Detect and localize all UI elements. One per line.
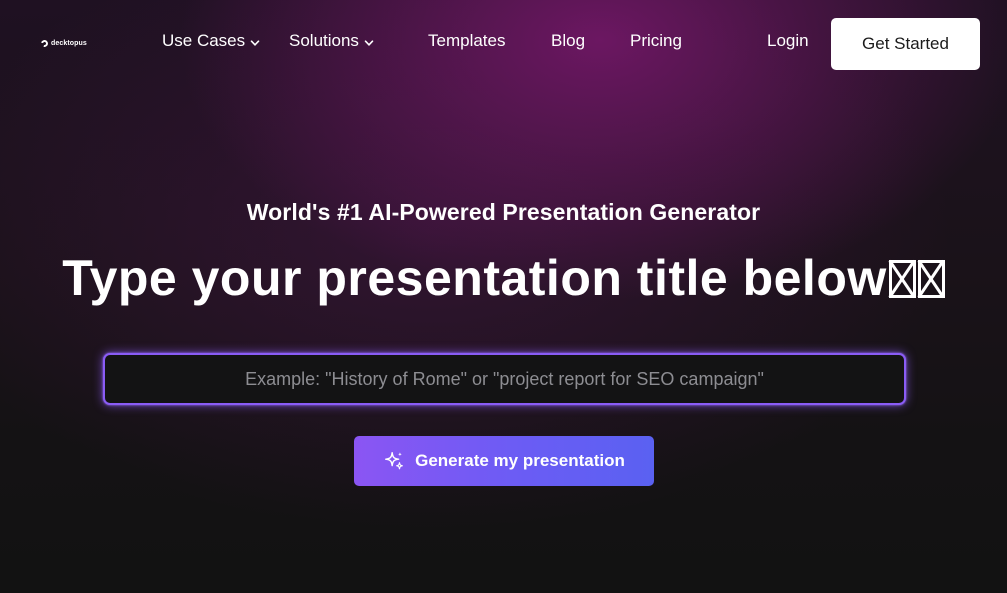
nav-use-cases-label: Use Cases (162, 31, 246, 50)
hero-headline: Type your presentation title below (0, 249, 1007, 307)
hero-headline-text: Type your presentation title below (62, 250, 887, 306)
nav-solutions-label: Solutions (289, 31, 359, 50)
nav-pricing[interactable]: Pricing (630, 31, 682, 51)
hero-subtitle: World's #1 AI-Powered Presentation Gener… (246, 199, 761, 225)
missing-glyph-icon (917, 260, 945, 298)
login-link[interactable]: Login (767, 31, 809, 51)
nav-templates[interactable]: Templates (428, 31, 505, 51)
logo-mark-icon (39, 38, 50, 48)
generate-presentation-button[interactable]: Generate my presentation (354, 436, 654, 486)
nav-blog[interactable]: Blog (551, 31, 585, 51)
nav-pricing-label: Pricing (630, 31, 682, 50)
sparkles-icon (385, 452, 404, 470)
missing-glyph-icon (888, 260, 916, 298)
nav-blog-label: Blog (551, 31, 586, 50)
nav-use-cases[interactable]: Use Cases (162, 31, 260, 51)
nav-solutions[interactable]: Solutions (289, 31, 374, 51)
chevron-down-icon (364, 38, 374, 48)
logo-text: decktopus (51, 39, 87, 47)
login-label: Login (767, 31, 809, 50)
decktopus-logo[interactable]: decktopus (39, 37, 87, 49)
chevron-down-icon (250, 38, 260, 48)
generate-button-label: Generate my presentation (415, 451, 625, 470)
top-navbar: decktopus Use Cases Solutions Templates … (0, 0, 1007, 86)
presentation-title-input[interactable] (103, 353, 906, 405)
nav-templates-label: Templates (428, 31, 506, 50)
get-started-label: Get Started (862, 34, 949, 53)
get-started-button[interactable]: Get Started (831, 18, 980, 70)
